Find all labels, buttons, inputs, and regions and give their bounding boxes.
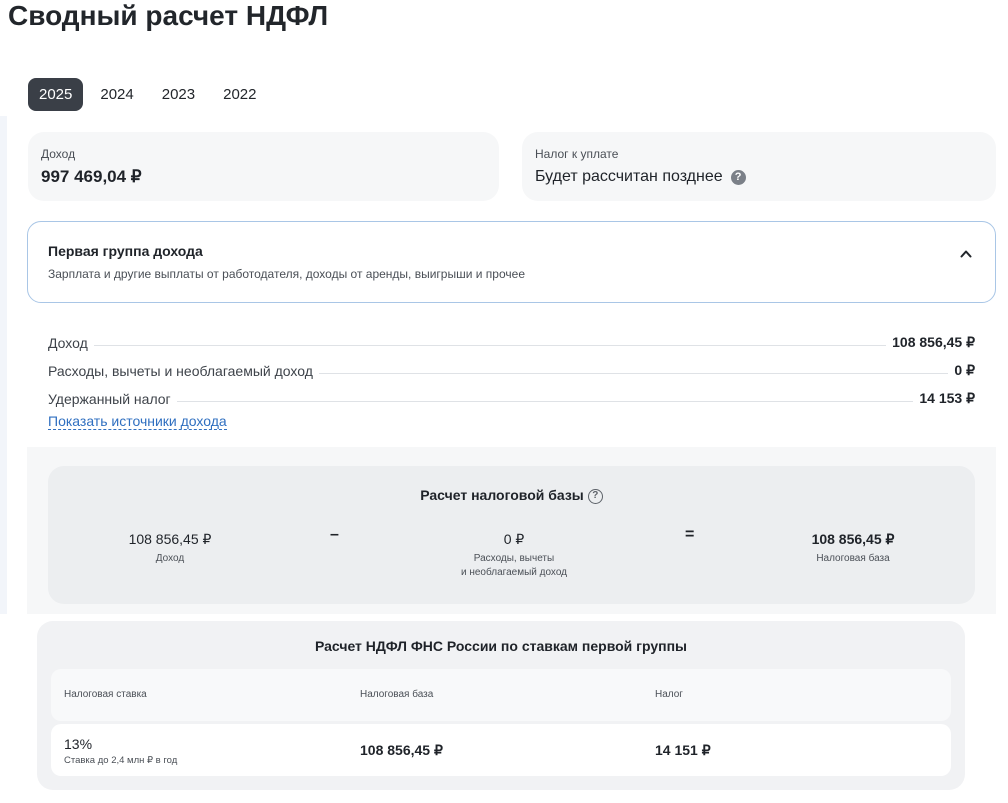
detail-label: Доход — [48, 335, 88, 351]
year-tabs: 2025 2024 2023 2022 — [28, 78, 274, 111]
tax-rates-card: Расчет НДФЛ ФНС России по ставкам первой… — [37, 621, 965, 790]
group-title: Первая группа дохода — [48, 243, 203, 259]
help-icon[interactable]: ? — [730, 169, 746, 185]
detail-row-withheld-tax: Удержанный налог 14 153 ₽ — [48, 379, 975, 407]
formula-base: 108 856,45 ₽ Налоговая база — [753, 530, 953, 566]
column-header-tax: Налог — [655, 689, 683, 700]
detail-value: 14 153 ₽ — [919, 390, 975, 406]
tab-year-2022[interactable]: 2022 — [212, 78, 267, 111]
formula-deductions-label-line1: Расходы, вычеты — [473, 553, 555, 564]
detail-value: 0 ₽ — [954, 362, 975, 378]
income-summary-card: Доход 997 469,04 ₽ — [28, 132, 499, 201]
tax-due-label: Налог к уплате — [535, 147, 619, 161]
dotted-leader — [176, 401, 914, 402]
detail-row-deductions: Расходы, вычеты и необлагаемый доход 0 ₽ — [48, 351, 975, 379]
dotted-leader — [93, 345, 887, 346]
base-cell: 108 856,45 ₽ — [360, 742, 443, 758]
formula-income-value: 108 856,45 ₽ — [128, 531, 212, 547]
tax-due-value-row: Будет рассчитан позднее ? — [535, 167, 983, 187]
formula-deductions-label-line2: и необлагаемый доход — [460, 567, 567, 578]
group-details: Доход 108 856,45 ₽ Расходы, вычеты и нео… — [48, 323, 975, 431]
table-row: 13% Ставка до 2,4 млн ₽ в год 108 856,45… — [51, 724, 951, 776]
formula-income-label: Доход — [155, 553, 185, 564]
detail-row-income: Доход 108 856,45 ₽ — [48, 323, 975, 351]
show-income-sources-link[interactable]: Показать источники дохода — [48, 413, 227, 430]
left-edge-strip — [0, 116, 7, 614]
tax-base-title: Расчет налоговой базы — [420, 487, 584, 503]
formula-deductions: 0 ₽ Расходы, вычеты и необлагаемый доход — [414, 530, 614, 580]
formula-income: 108 856,45 ₽ Доход — [70, 530, 270, 566]
detail-label: Удержанный налог — [48, 391, 171, 407]
rate-cell: 13% — [64, 736, 93, 752]
tax-due-value: Будет рассчитан позднее — [535, 168, 723, 185]
formula-deductions-value: 0 ₽ — [503, 531, 525, 547]
income-value: 997 469,04 ₽ — [41, 167, 142, 186]
tab-year-2025[interactable]: 2025 — [28, 78, 84, 111]
dotted-leader — [318, 373, 949, 374]
group-subtitle: Зарплата и другие выплаты от работодател… — [48, 267, 525, 281]
tax-base-title-row: Расчет налоговой базы? — [48, 486, 975, 504]
detail-label: Расходы, вычеты и необлагаемый доход — [48, 363, 313, 379]
tax-rates-title: Расчет НДФЛ ФНС России по ставкам первой… — [314, 638, 688, 654]
help-icon[interactable]: ? — [587, 489, 603, 504]
chevron-up-icon[interactable] — [960, 248, 972, 260]
formula-base-label: Налоговая база — [816, 553, 890, 564]
rates-table-header: Налоговая ставка Налоговая база Налог — [51, 669, 951, 721]
page-title: Сводный расчет НДФЛ — [8, 0, 329, 31]
formula-deductions-label: Расходы, вычеты и необлагаемый доход — [414, 552, 614, 580]
tab-year-2023[interactable]: 2023 — [151, 78, 206, 111]
tab-year-2024[interactable]: 2024 — [89, 78, 144, 111]
tax-cell: 14 151 ₽ — [655, 742, 711, 758]
income-group-panel[interactable]: Первая группа дохода Зарплата и другие в… — [27, 221, 996, 303]
tax-due-card: Налог к уплате Будет рассчитан позднее ? — [522, 132, 996, 201]
formula-base-value: 108 856,45 ₽ — [811, 531, 895, 547]
column-header-rate: Налоговая ставка — [64, 689, 147, 700]
equals-operator: = — [685, 526, 695, 543]
detail-value: 108 856,45 ₽ — [892, 334, 975, 350]
tax-base-card: Расчет налоговой базы? 108 856,45 ₽ Дохо… — [48, 466, 975, 604]
minus-operator: – — [330, 526, 339, 543]
rate-note: Ставка до 2,4 млн ₽ в год — [64, 755, 178, 766]
column-header-base: Налоговая база — [360, 689, 434, 700]
income-label: Доход — [41, 147, 76, 161]
